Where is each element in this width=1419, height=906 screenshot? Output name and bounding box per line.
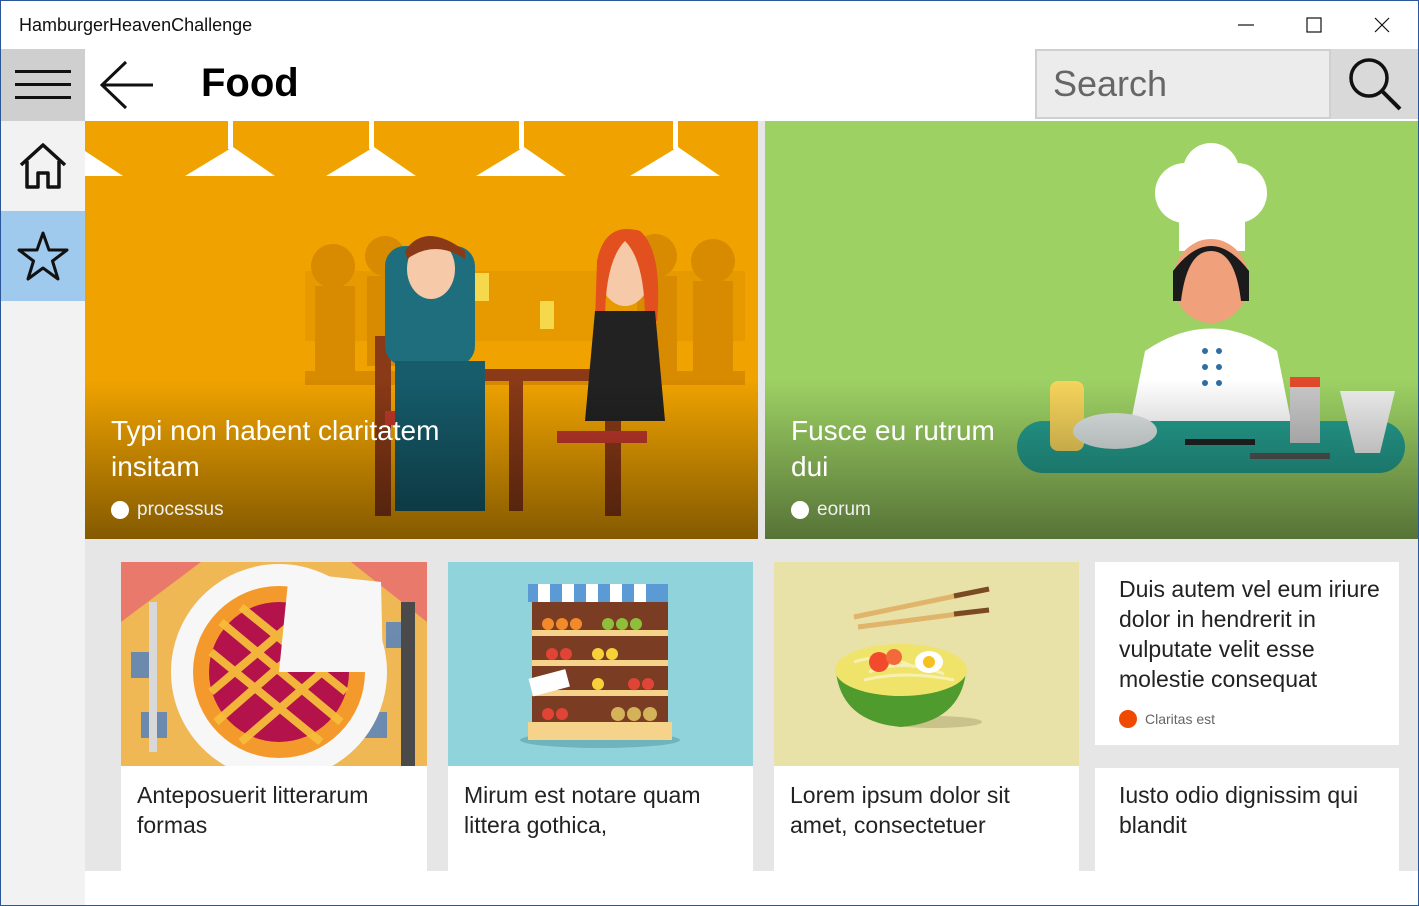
app-window: HamburgerHeavenChallenge Food Search Typ…: [0, 0, 1419, 906]
main-content: Typi non habent claritatem insitam proce…: [85, 121, 1418, 905]
card-title: Iusto odio dignissim qui blandit: [1119, 782, 1359, 838]
article-card[interactable]: Duis autem vel eum iriure dolor in hendr…: [1095, 562, 1399, 745]
noodle-bowl-image: [774, 562, 1079, 766]
maximize-icon: [1306, 17, 1322, 33]
meta-dot-icon: [791, 501, 809, 519]
sidebar: [1, 49, 85, 905]
title-bar: HamburgerHeavenChallenge: [1, 1, 1418, 49]
back-arrow-icon: [99, 60, 153, 110]
hero-card[interactable]: Typi non habent claritatem insitam proce…: [85, 121, 758, 539]
home-icon: [19, 143, 67, 189]
hero-meta-label: eorum: [817, 499, 871, 520]
card-title: Mirum est notare quam littera gothica,: [464, 782, 701, 838]
close-button[interactable]: [1348, 1, 1416, 49]
search-box[interactable]: [1035, 49, 1331, 119]
hamburger-button[interactable]: [1, 49, 85, 121]
close-icon: [1374, 17, 1390, 33]
card-meta: Claritas est: [1119, 710, 1215, 728]
app-title: HamburgerHeavenChallenge: [19, 15, 253, 35]
minimize-icon: [1238, 24, 1254, 26]
star-icon: [17, 231, 69, 281]
hero-title: Typi non habent claritatem insitam: [111, 415, 440, 482]
article-card[interactable]: Mirum est notare quam littera gothica,: [448, 562, 753, 871]
sidebar-item-home[interactable]: [1, 121, 85, 211]
sidebar-item-favorites[interactable]: [1, 211, 85, 301]
hero-meta: eorum: [791, 499, 871, 521]
search-input[interactable]: [1037, 51, 1329, 117]
card-meta-label: Claritas est: [1145, 711, 1216, 727]
hamburger-icon: [15, 70, 71, 99]
minimize-button[interactable]: [1212, 1, 1280, 49]
article-card[interactable]: Iusto odio dignissim qui blandit: [1095, 768, 1399, 871]
card-title: Anteposuerit litterarum formas: [137, 782, 369, 838]
pie-image: [121, 562, 427, 766]
article-card[interactable]: Anteposuerit litterarum formas: [121, 562, 427, 871]
maximize-button[interactable]: [1280, 1, 1348, 49]
card-title: Lorem ipsum dolor sit amet, consectetuer: [790, 782, 1010, 838]
market-image: [448, 562, 753, 766]
page-header: Food: [85, 49, 1418, 121]
article-card[interactable]: Lorem ipsum dolor sit amet, consectetuer: [774, 562, 1079, 871]
hero-meta-label: processus: [137, 499, 224, 520]
search-icon: [1348, 58, 1401, 111]
hero-meta: processus: [111, 499, 224, 521]
search-button[interactable]: [1331, 49, 1418, 119]
hero-card[interactable]: Fusce eu rutrum dui eorum: [765, 121, 1418, 539]
meta-dot-icon: [1119, 710, 1137, 728]
card-title: Duis autem vel eum iriure dolor in hendr…: [1119, 576, 1380, 692]
hero-title: Fusce eu rutrum dui: [791, 415, 995, 482]
back-button[interactable]: [97, 57, 157, 113]
meta-dot-icon: [111, 501, 129, 519]
content-footer-area: [85, 871, 1418, 905]
page-title: Food: [201, 61, 299, 105]
